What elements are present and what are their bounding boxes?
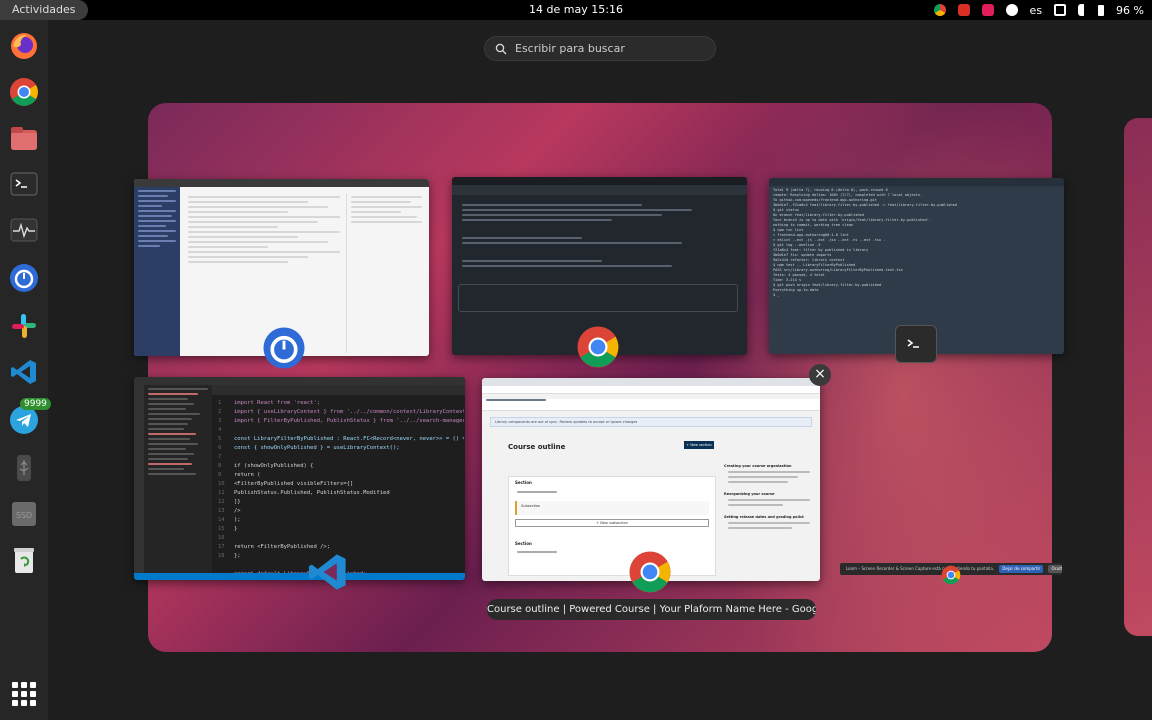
volume-icon[interactable] — [1078, 4, 1086, 16]
window-vscode[interactable]: 1 2 3 4 5 6 7 8 9 10 11 12 13 14 15 16 17 18 import React… — [134, 377, 465, 580]
telegram-icon[interactable]: 9999 — [8, 398, 51, 436]
chrome-app-icon-course — [628, 550, 672, 594]
stop-sharing-button[interactable]: Dejar de compartir — [999, 565, 1044, 573]
usb-drive-icon[interactable] — [8, 452, 40, 484]
system-monitor-icon[interactable] — [8, 214, 40, 246]
new-section-button[interactable]: + New section — [684, 441, 714, 449]
terminal-app-icon — [895, 325, 937, 363]
chrome-tray-icon[interactable] — [933, 4, 946, 16]
section-heading-2: Section — [515, 541, 532, 546]
search-input[interactable] — [515, 42, 705, 55]
files-icon[interactable] — [8, 122, 40, 154]
code-line: ]} — [234, 499, 241, 505]
code-line: PublishStatus.Published, PublishStatus.M… — [234, 490, 390, 496]
keyboard-language[interactable]: es — [1030, 4, 1043, 17]
chrome-icon[interactable] — [8, 76, 40, 108]
code-line: ); — [234, 517, 241, 523]
firefox-icon[interactable] — [8, 30, 40, 62]
hide-button[interactable]: Ocultar — [1048, 565, 1062, 573]
terminal-icon[interactable] — [8, 168, 40, 200]
dock: 9999 SSD — [0, 20, 51, 720]
chrome-app-icon-loom — [940, 564, 962, 586]
help-heading-organization: Creating your course organization — [724, 464, 792, 468]
chrome-app-icon — [576, 325, 620, 369]
next-workspace-preview[interactable] — [1124, 118, 1152, 636]
subsection-row[interactable]: Subsection — [515, 501, 709, 515]
timer-icon[interactable] — [8, 262, 40, 294]
new-subsection-button[interactable]: + New subsection — [515, 519, 709, 527]
search-bar[interactable] — [484, 36, 716, 61]
slack-tray-icon[interactable] — [981, 4, 994, 16]
code-line: } — [234, 526, 238, 532]
code-line: return ( — [234, 472, 261, 478]
course-outline-title: Course outline — [508, 443, 566, 451]
battery-icon[interactable] — [1098, 4, 1105, 16]
top-bar: Actividades 14 de may 15:16 es 96 % — [0, 0, 1152, 20]
battery-percent[interactable]: 96 % — [1116, 4, 1144, 17]
timer-app-icon — [262, 326, 306, 370]
slack-icon[interactable] — [8, 310, 40, 342]
code-line: import { FilterByPublished, PublishStatu… — [234, 418, 464, 424]
help-heading-reorganizing: Reorganizing your course — [724, 492, 775, 496]
ssd-drive-icon[interactable]: SSD — [8, 498, 40, 530]
svg-text:SSD: SSD — [16, 511, 32, 520]
code-line: const { showOnlyPublished } = useLibrary… — [234, 445, 400, 451]
activities-button[interactable]: Actividades — [0, 0, 88, 20]
code-line: /> — [234, 508, 241, 514]
vscode-app-icon — [306, 550, 350, 594]
system-tray: es 96 % — [933, 2, 1144, 18]
code-line: const LibraryFilterByPublished : React.F… — [234, 436, 464, 442]
trash-icon[interactable] — [8, 544, 40, 576]
gmail-tray-icon[interactable] — [957, 4, 970, 16]
loom-sharing-text: Loom – Screen Recorder & Screen Capture … — [846, 566, 995, 571]
clock[interactable]: 14 de may 15:16 — [529, 3, 623, 16]
network-icon[interactable] — [1054, 4, 1067, 16]
code-line: import { useLibraryContext } from '../..… — [234, 409, 464, 415]
window-title-tooltip: Course outline | Powered Course | Your P… — [487, 599, 816, 620]
vscode-icon[interactable] — [8, 356, 40, 388]
section-heading: Section — [515, 480, 532, 485]
telegram-unread-badge: 9999 — [20, 398, 51, 410]
code-line: import React from 'react'; — [234, 400, 321, 406]
show-apps-icon[interactable] — [12, 682, 36, 706]
settings-tray-icon[interactable] — [1005, 4, 1018, 16]
close-window-button[interactable]: × — [809, 364, 831, 386]
library-sync-banner: Library components are out of sync. Revi… — [490, 417, 812, 427]
help-heading-release-dates: Setting release dates and grading polici… — [724, 515, 804, 519]
code-line: <FilterByPublished visibleFilters={[ — [234, 481, 354, 487]
search-icon — [495, 43, 507, 54]
code-line: if (showOnlyPublished) { — [234, 463, 314, 469]
